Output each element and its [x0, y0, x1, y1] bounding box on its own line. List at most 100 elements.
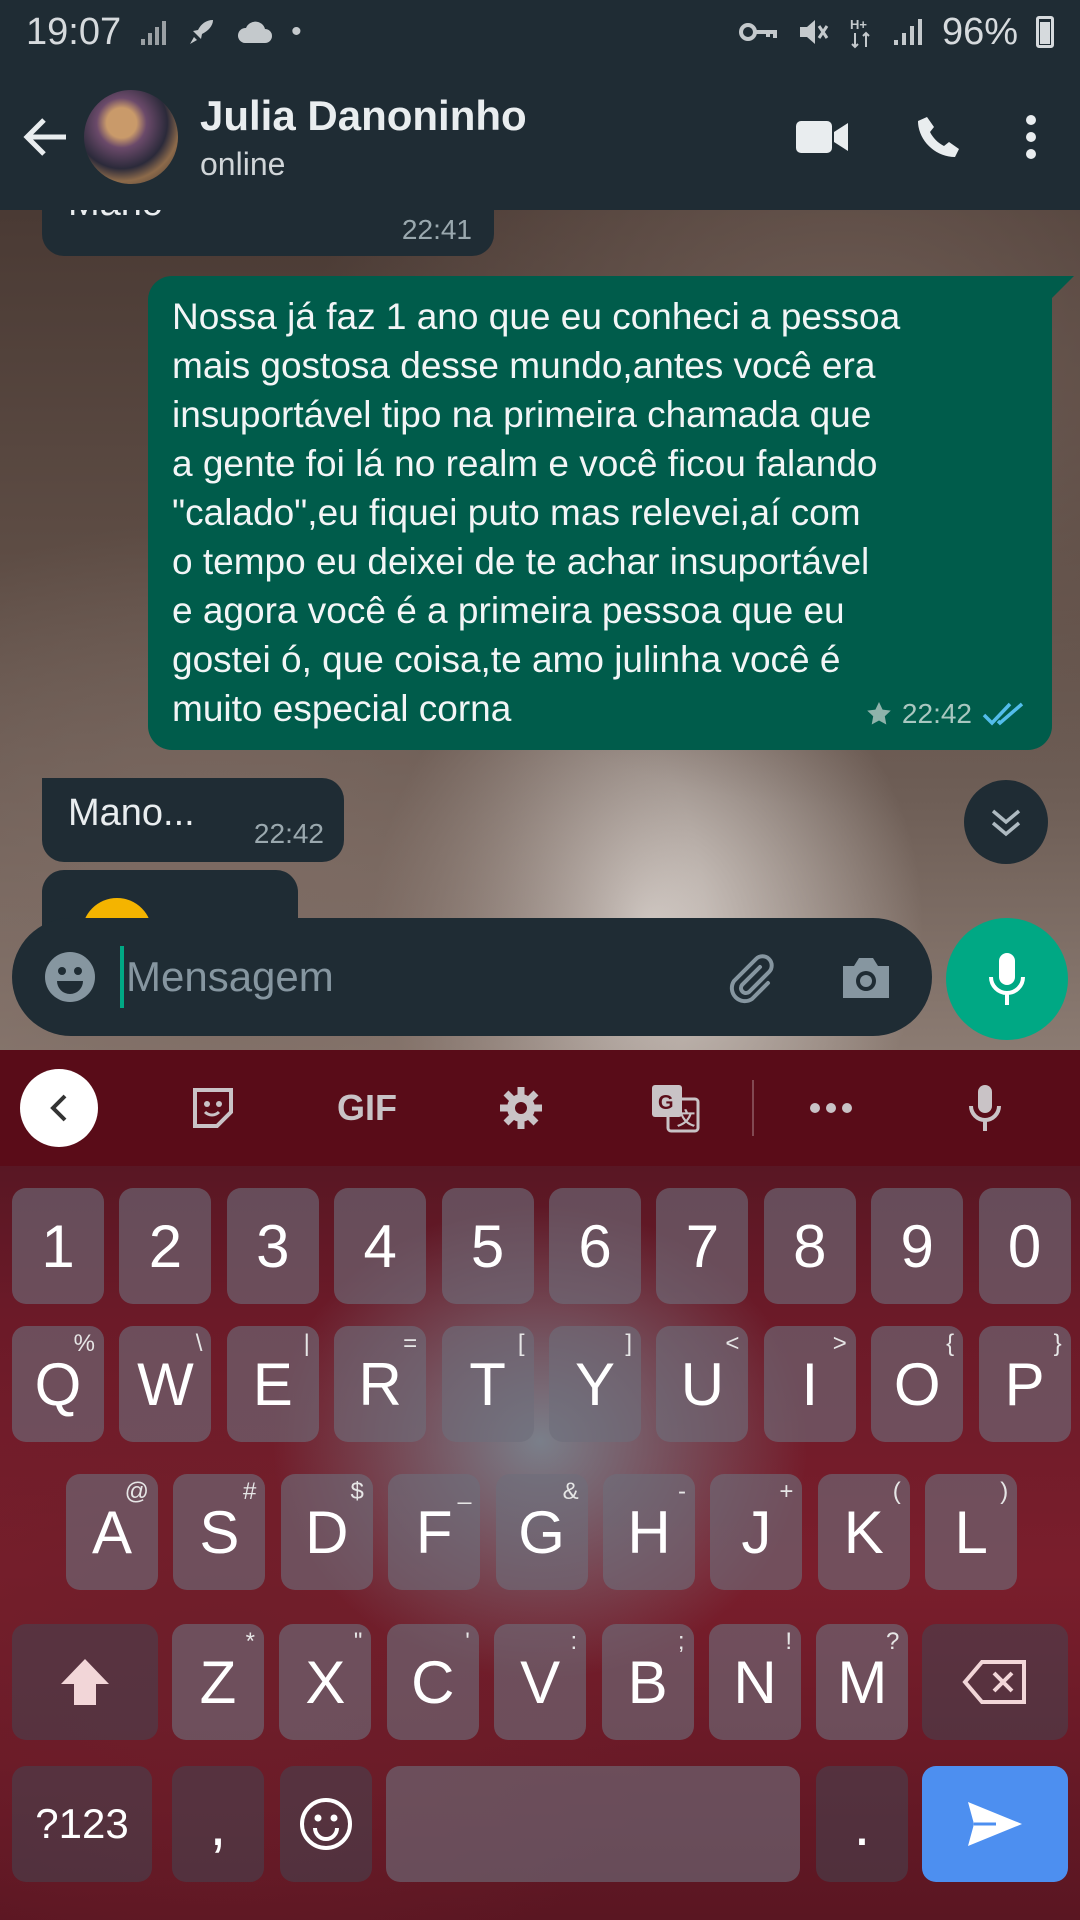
comma-key[interactable]: ,	[172, 1766, 264, 1882]
key-r[interactable]: R =	[334, 1326, 427, 1442]
key-j[interactable]: J +	[710, 1474, 803, 1590]
symbols-key[interactable]: ?123	[12, 1766, 152, 1882]
send-key[interactable]	[922, 1766, 1068, 1882]
back-button[interactable]	[6, 64, 84, 210]
camera-button[interactable]	[808, 918, 924, 1036]
gear-icon	[500, 1087, 542, 1129]
key-label: U	[680, 1350, 725, 1418]
key-o[interactable]: O{	[871, 1326, 964, 1442]
key-s[interactable]: S #	[173, 1474, 266, 1590]
message-time: 22:41	[401, 214, 472, 245]
key-6[interactable]: 6	[549, 1188, 641, 1304]
key-label: 6	[578, 1212, 612, 1280]
key-v[interactable]: V:	[494, 1624, 587, 1740]
more-vertical-icon	[1026, 115, 1036, 159]
key-label: 2	[148, 1212, 183, 1280]
gif-button[interactable]: GIF	[290, 1050, 444, 1166]
attach-button[interactable]	[692, 918, 808, 1036]
avatar[interactable]	[84, 90, 178, 184]
message-bubble-outgoing[interactable]: Nossa já faz 1 ano que eu conheci a pess…	[148, 276, 1074, 750]
key-8[interactable]: 8	[763, 1188, 856, 1304]
status-left: 19:07 •	[26, 11, 302, 54]
settings-button[interactable]	[444, 1050, 598, 1166]
rocket-icon	[190, 20, 214, 44]
key-9[interactable]: 9	[871, 1188, 964, 1304]
key-i[interactable]: I >	[763, 1326, 856, 1442]
microphone-icon	[989, 953, 1025, 1005]
key-hint: ?	[886, 1628, 900, 1655]
message-line: insuportável tipo na primeira chamada qu…	[172, 394, 872, 435]
contact-status: online	[200, 145, 286, 182]
key-label: B	[627, 1648, 668, 1716]
mute-icon	[799, 20, 829, 44]
backspace-icon	[962, 1660, 1026, 1704]
key-5[interactable]: 5	[441, 1188, 534, 1304]
key-g[interactable]: G &	[495, 1474, 588, 1590]
key-2[interactable]: 2	[119, 1188, 212, 1304]
emoji-button[interactable]	[20, 918, 120, 1036]
chevron-left-icon	[50, 1094, 67, 1122]
key-d[interactable]: D $	[280, 1474, 373, 1590]
key-7[interactable]: 7	[656, 1188, 749, 1304]
svg-text:H+: H+	[850, 17, 867, 32]
key-label: 3	[256, 1212, 290, 1280]
voice-call-button[interactable]	[880, 87, 996, 187]
shift-key[interactable]	[12, 1624, 158, 1740]
backspace-key[interactable]	[922, 1624, 1068, 1740]
key-hint: &	[562, 1478, 579, 1505]
message-time: 22:42	[901, 698, 972, 729]
key-label: N	[733, 1648, 777, 1716]
key-q[interactable]: Q%	[12, 1326, 104, 1442]
voice-typing-button[interactable]	[908, 1050, 1062, 1166]
key-m[interactable]: M?	[816, 1624, 909, 1740]
message-line: a gente foi lá no realm e você ficou fal…	[172, 443, 878, 484]
key-b[interactable]: B;	[601, 1624, 694, 1740]
key-z[interactable]: Z *	[172, 1624, 264, 1740]
status-time: 19:07	[26, 10, 122, 53]
sticker-button[interactable]	[136, 1050, 290, 1166]
phone-icon	[918, 117, 959, 157]
key-a[interactable]: A @	[66, 1474, 158, 1590]
video-call-button[interactable]	[764, 87, 880, 187]
voice-message-button[interactable]	[946, 918, 1068, 1040]
key-e[interactable]: E |	[226, 1326, 319, 1442]
more-button[interactable]	[754, 1050, 908, 1166]
key-w[interactable]: W \	[119, 1326, 212, 1442]
video-camera-icon	[796, 121, 848, 153]
translate-button[interactable]: G文	[598, 1050, 752, 1166]
key-u[interactable]: U <	[656, 1326, 749, 1442]
key-hint: :	[570, 1628, 578, 1655]
key-label: Z	[199, 1648, 237, 1716]
key-4[interactable]: 4	[334, 1188, 427, 1304]
message-bubble-incoming[interactable]: Mano 22:41	[42, 210, 494, 256]
key-p[interactable]: P}	[978, 1326, 1071, 1442]
key-hint: \	[195, 1330, 203, 1357]
message-input[interactable]	[120, 946, 692, 1008]
keyboard-collapse-button[interactable]	[20, 1069, 98, 1147]
key-n[interactable]: N!	[709, 1624, 801, 1740]
header-actions	[764, 87, 1066, 187]
message-bubble-incoming[interactable]: Mano... 22:42	[42, 778, 344, 862]
key-l[interactable]: L)	[925, 1474, 1018, 1590]
space-key[interactable]	[386, 1766, 800, 1882]
key-k[interactable]: K(	[817, 1474, 910, 1590]
contact-info[interactable]: Julia Danoninho online	[200, 92, 764, 183]
key-y[interactable]: Y]	[549, 1326, 641, 1442]
key-x[interactable]: X "	[279, 1624, 372, 1740]
period-key[interactable]: .	[816, 1766, 908, 1882]
key-label: R	[358, 1350, 402, 1418]
more-options-button[interactable]	[996, 87, 1066, 187]
emoji-key[interactable]	[280, 1766, 372, 1882]
key-h[interactable]: H-	[603, 1474, 695, 1590]
keyboard: GIF G文 1 2 3 4 5 6 7 8 9 0 Q% W \ E | R = T[Y] U < I > O{P} A @ S…	[0, 1050, 1080, 1920]
scroll-to-bottom-button[interactable]	[964, 780, 1048, 864]
key-1[interactable]: 1	[12, 1188, 104, 1304]
key-hint: *	[245, 1628, 255, 1655]
key-0[interactable]: 0	[978, 1188, 1071, 1304]
key-3[interactable]: 3	[226, 1188, 319, 1304]
key-t[interactable]: T[	[441, 1326, 534, 1442]
key-c[interactable]: C '	[386, 1624, 479, 1740]
battery-icon	[1036, 16, 1054, 48]
key-f[interactable]: F _	[388, 1474, 481, 1590]
key-label: 7	[685, 1212, 720, 1280]
